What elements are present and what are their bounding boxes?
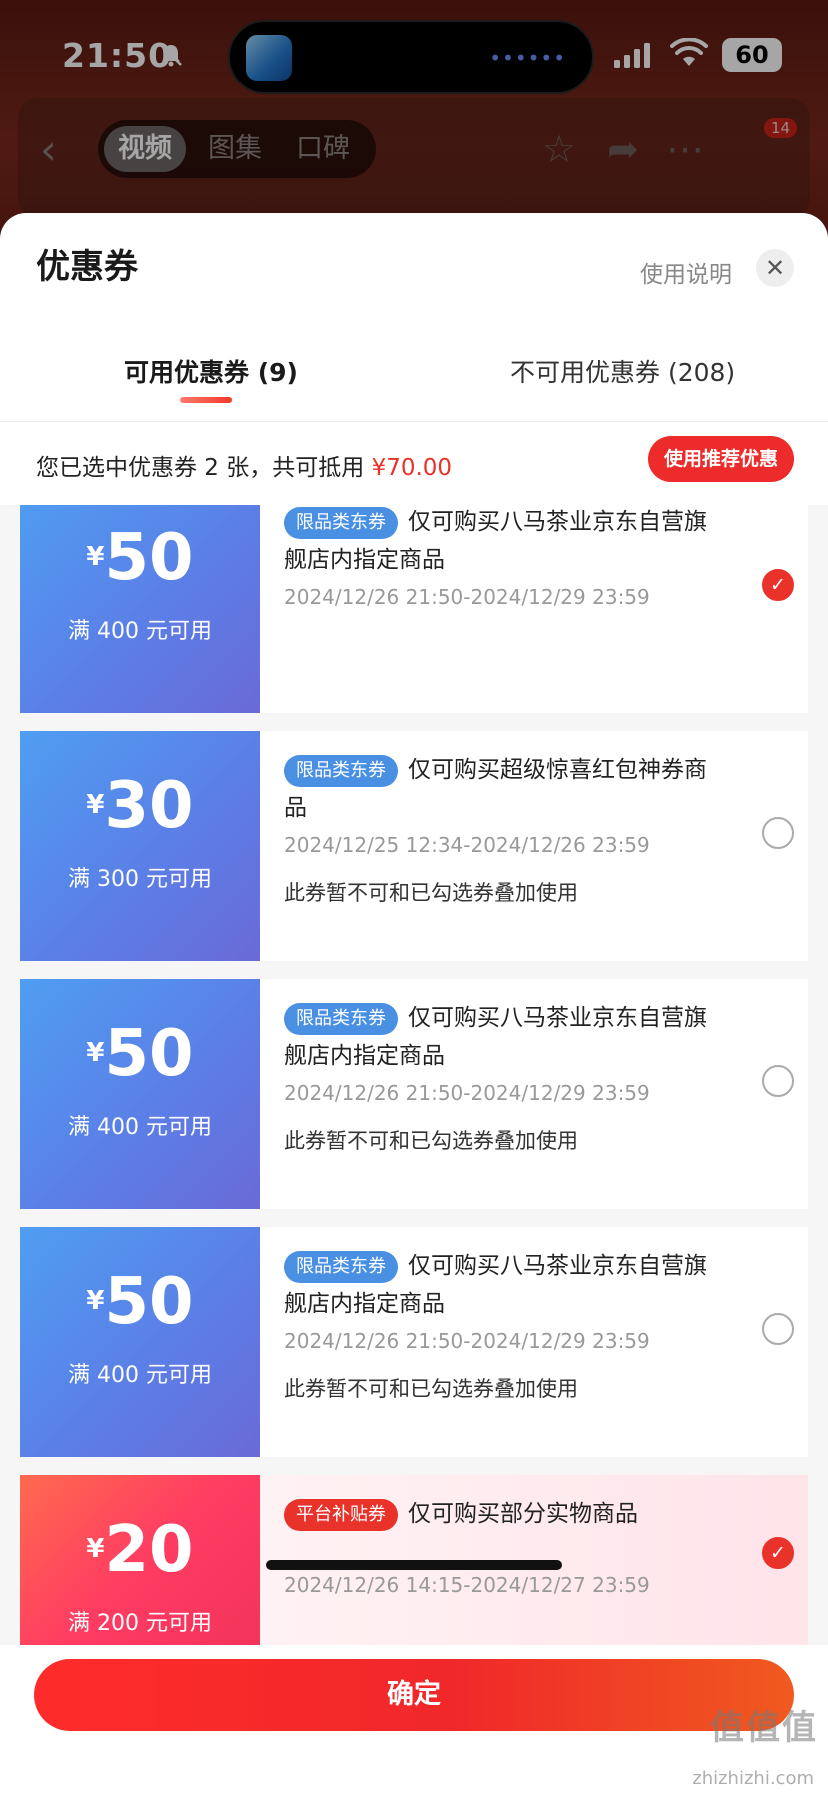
coupon-tag: 限品类东券 [284, 1250, 398, 1283]
usage-help-link[interactable]: 使用说明 [640, 255, 732, 289]
coupon-card[interactable]: ¥50 满 400 元可用 限品类东券 仅可购买八马茶业京东自营旗舰店内指定商品 … [14, 505, 808, 713]
coupon-condition: 满 300 元可用 [68, 867, 212, 892]
coupon-sheet: 优惠券 使用说明 ✕ 可用优惠券 (9) 不可用优惠券 (208) 您已选中优惠… [0, 213, 828, 1795]
coupon-value-panel: ¥50 满 400 元可用 [14, 505, 260, 713]
coupon-checkbox-checked[interactable]: ✓ [762, 569, 794, 601]
coupon-checkbox[interactable] [762, 1065, 794, 1097]
coupon-amount: 50 [104, 1017, 194, 1091]
coupon-value-panel: ¥30 满 300 元可用 [14, 731, 260, 961]
home-indicator[interactable] [266, 1560, 562, 1570]
coupon-amount: 50 [104, 521, 194, 595]
coupon-title: 限品类东券 仅可购买八马茶业京东自营旗舰店内指定商品 [284, 1247, 724, 1323]
coupon-title: 限品类东券 仅可购买八马茶业京东自营旗舰店内指定商品 [284, 505, 724, 579]
use-recommended-button[interactable]: 使用推荐优惠 [647, 436, 794, 482]
coupon-tag: 限品类东券 [284, 1002, 398, 1035]
coupon-validity: 2024/12/26 14:15-2024/12/27 23:59 [284, 1573, 650, 1597]
coupon-tabs: 可用优惠券 (9) 不可用优惠券 (208) [0, 331, 828, 421]
coupon-checkbox[interactable] [762, 1313, 794, 1345]
confirm-button[interactable]: 确定 [34, 1659, 794, 1731]
coupon-title: 平台补贴券 仅可购买部分实物商品 [284, 1495, 724, 1533]
coupon-card[interactable]: ¥30 满 300 元可用 限品类东券 仅可购买超级惊喜红包神券商品 2024/1… [14, 731, 808, 961]
close-icon[interactable]: ✕ [756, 249, 794, 287]
tab-available[interactable]: 可用优惠券 (9) [124, 353, 298, 389]
coupon-amount: 20 [104, 1513, 194, 1587]
coupon-note: 此券暂不可和已勾选券叠加使用 [284, 1377, 578, 1401]
coupon-value-panel: ¥20 满 200 元可用 [14, 1475, 260, 1645]
coupon-condition: 满 200 元可用 [68, 1611, 212, 1636]
summary-amount: ¥70.00 [371, 455, 453, 481]
coupon-validity: 2024/12/26 21:50-2024/12/29 23:59 [284, 1081, 650, 1105]
coupon-validity: 2024/12/26 21:50-2024/12/29 23:59 [284, 1329, 650, 1353]
coupon-condition: 满 400 元可用 [68, 1115, 212, 1140]
coupon-note: 此券暂不可和已勾选券叠加使用 [284, 881, 578, 905]
coupon-title: 限品类东券 仅可购买超级惊喜红包神券商品 [284, 751, 724, 827]
coupon-tag: 限品类东券 [284, 754, 398, 787]
coupon-value-panel: ¥50 满 400 元可用 [14, 1227, 260, 1457]
coupon-checkbox-checked[interactable]: ✓ [762, 1537, 794, 1569]
active-tab-indicator [180, 397, 232, 403]
summary-text: 您已选中优惠券 2 张，共可抵用 ¥70.00 [36, 455, 453, 481]
watermark-url: zhizhizhi.com [692, 1768, 814, 1789]
coupon-tag: 平台补贴券 [284, 1498, 398, 1531]
coupon-amount: 30 [104, 769, 194, 843]
coupon-amount: 50 [104, 1265, 194, 1339]
tab-unavailable[interactable]: 不可用优惠券 (208) [510, 353, 735, 389]
coupon-tag: 限品类东券 [284, 506, 398, 539]
coupon-card[interactable]: ¥50 满 400 元可用 限品类东券 仅可购买八马茶业京东自营旗舰店内指定商品 … [14, 1227, 808, 1457]
coupon-condition: 满 400 元可用 [68, 1363, 212, 1388]
selection-summary: 您已选中优惠券 2 张，共可抵用 ¥70.00 使用推荐优惠 [0, 421, 828, 505]
coupon-note: 此券暂不可和已勾选券叠加使用 [284, 1129, 578, 1153]
coupon-title: 限品类东券 仅可购买八马茶业京东自营旗舰店内指定商品 [284, 999, 724, 1075]
coupon-value-panel: ¥50 满 400 元可用 [14, 979, 260, 1209]
coupon-condition: 满 400 元可用 [68, 619, 212, 644]
coupon-list: ¥50 满 400 元可用 限品类东券 仅可购买八马茶业京东自营旗舰店内指定商品 … [0, 505, 828, 1645]
coupon-validity: 2024/12/26 21:50-2024/12/29 23:59 [284, 585, 650, 609]
sheet-title: 优惠券 [36, 247, 138, 287]
watermark-logo: 值值值 [710, 1708, 818, 1748]
coupon-checkbox[interactable] [762, 817, 794, 849]
coupon-validity: 2024/12/25 12:34-2024/12/26 23:59 [284, 833, 650, 857]
coupon-card[interactable]: ¥50 满 400 元可用 限品类东券 仅可购买八马茶业京东自营旗舰店内指定商品 … [14, 979, 808, 1209]
